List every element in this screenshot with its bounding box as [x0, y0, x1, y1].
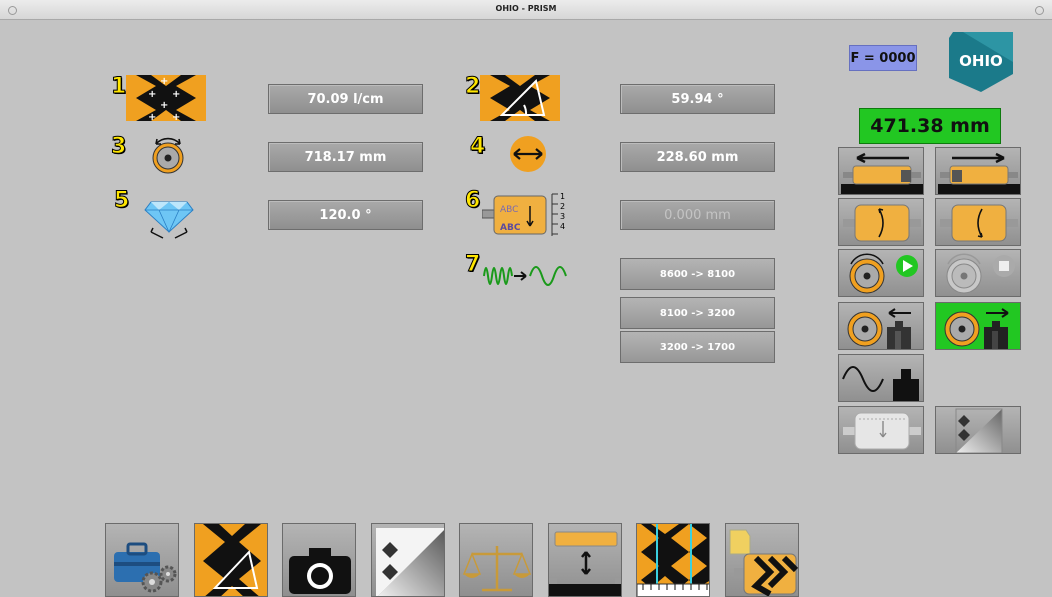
svg-text:+: +: [172, 112, 180, 121]
rotate-backward-button[interactable]: [935, 198, 1021, 246]
svg-text:+: +: [172, 89, 180, 100]
param-number-7: 7: [464, 252, 481, 278]
svg-text:2: 2: [560, 202, 565, 211]
gradient-tool-button[interactable]: [371, 523, 445, 597]
head-retract-button[interactable]: [838, 302, 924, 350]
param-number-2: 2: [464, 74, 481, 100]
svg-text:4: 4: [560, 222, 565, 231]
roll-offset-button: [838, 406, 924, 454]
svg-text:+: +: [160, 100, 168, 111]
measurement-display: 471.38 mm: [859, 108, 1001, 144]
toolbox-settings-button[interactable]: [105, 523, 179, 597]
svg-text:3: 3: [560, 212, 565, 221]
cell-angle-icon: [480, 75, 560, 121]
head-engage-button[interactable]: [935, 302, 1021, 350]
param-number-5: 5: [113, 188, 130, 214]
param-value-2[interactable]: 59.94 °: [620, 84, 775, 114]
param-value-1[interactable]: 70.09 l/cm: [268, 84, 423, 114]
svg-text:ABC: ABC: [500, 223, 521, 233]
gradient-pattern-button[interactable]: [935, 406, 1021, 454]
cell-measure-button[interactable]: [636, 523, 710, 597]
freq-button-2[interactable]: 8100 -> 3200: [620, 297, 775, 329]
roller-rotation-icon: [148, 136, 188, 176]
param-value-6: 0.000 mm: [620, 200, 775, 230]
param-number-4: 4: [469, 134, 486, 160]
diamond-stylus-icon: [141, 192, 197, 240]
param-value-4[interactable]: 228.60 mm: [620, 142, 775, 172]
param-number-3: 3: [110, 134, 127, 160]
ohio-logo: OHIO: [943, 32, 1019, 92]
move-right-button[interactable]: [935, 147, 1021, 195]
window-title: OHIO - PRISM: [495, 4, 557, 13]
file-pattern-button[interactable]: [725, 523, 799, 597]
cell-angle-tool-button[interactable]: [194, 523, 268, 597]
cell-pattern-icon: + + + + + +: [126, 75, 206, 121]
svg-text:+: +: [148, 112, 156, 121]
text-offset-icon: ABC ABC 1 2 3 4: [482, 190, 572, 238]
param-number-6: 6: [464, 188, 481, 214]
roll-height-button[interactable]: [548, 523, 622, 597]
main-panel: 1 + + + + + + 70.09 l/cm 2 59.94 ° 3 718.17 m: [8, 20, 1044, 597]
start-rotation-button[interactable]: [838, 249, 924, 297]
rotate-forward-button[interactable]: [838, 198, 924, 246]
svg-text:ABC: ABC: [500, 205, 518, 215]
freq-button-1[interactable]: 8600 -> 8100: [620, 258, 775, 290]
param-number-1: 1: [110, 74, 127, 100]
width-arrows-icon: [508, 134, 548, 174]
waveform-head-button[interactable]: [838, 354, 924, 402]
frequency-convert-icon: [482, 258, 568, 294]
f-value-display: F = 0000: [849, 45, 917, 71]
window-titlebar: OHIO - PRISM: [0, 0, 1052, 20]
param-value-3[interactable]: 718.17 mm: [268, 142, 423, 172]
stop-rotation-button[interactable]: [935, 249, 1021, 297]
freq-button-3[interactable]: 3200 -> 1700: [620, 331, 775, 363]
move-left-button[interactable]: [838, 147, 924, 195]
param-value-5[interactable]: 120.0 °: [268, 200, 423, 230]
svg-text:1: 1: [560, 192, 565, 201]
camera-button[interactable]: [282, 523, 356, 597]
svg-text:OHIO: OHIO: [959, 52, 1003, 70]
svg-text:+: +: [148, 89, 156, 100]
svg-text:+: +: [160, 76, 168, 87]
balance-button: [459, 523, 533, 597]
window-close-icon[interactable]: [1035, 6, 1044, 15]
